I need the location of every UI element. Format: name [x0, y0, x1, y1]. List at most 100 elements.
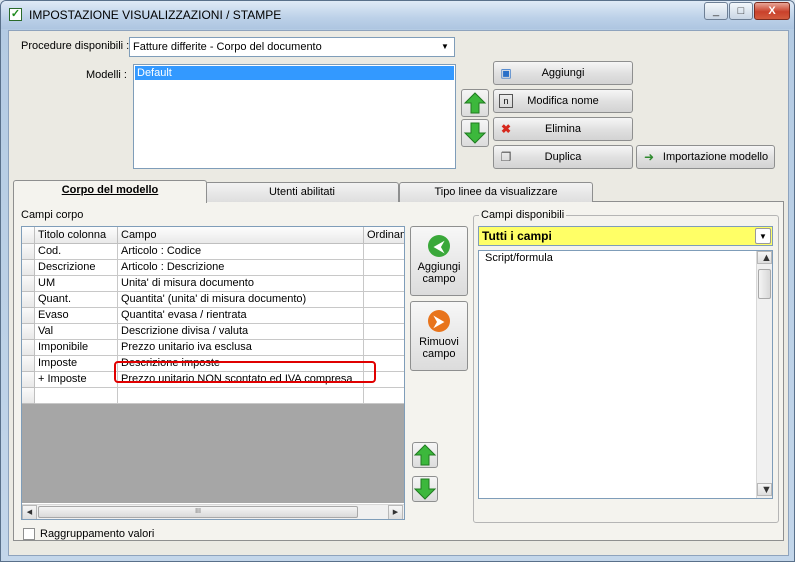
tab-corpo-del-modello[interactable]: Corpo del modello — [13, 180, 207, 203]
move-model-up-button[interactable] — [461, 89, 489, 117]
horizontal-scrollbar[interactable]: ◀ III ▶ — [22, 504, 404, 519]
row-selector[interactable] — [22, 356, 35, 372]
close-button[interactable]: X — [754, 2, 790, 20]
cell-campo[interactable] — [118, 388, 364, 404]
move-field-up-button[interactable] — [412, 442, 438, 468]
modelli-list-item[interactable]: Default — [135, 66, 454, 80]
row-selector[interactable] — [22, 244, 35, 260]
highlight-box — [114, 361, 376, 383]
add-document-icon: ▣ — [500, 66, 512, 80]
tab-tipo-linee[interactable]: Tipo linee da visualizzare — [399, 182, 593, 202]
available-field-item[interactable]: Script/formula — [482, 252, 758, 265]
arrow-down-icon — [463, 122, 487, 144]
cell-campo[interactable]: Prezzo unitario iva esclusa — [118, 340, 364, 356]
scroll-up-button[interactable]: ▲ — [757, 251, 772, 264]
campi-disponibili-list[interactable]: Script/formulaCodice progressivo linea (… — [478, 250, 773, 499]
remove-field-button[interactable]: ⮞ Rimuovi campo — [410, 301, 468, 371]
cell-titolo[interactable]: Cod. — [35, 244, 118, 260]
app-check-icon: ✓ — [9, 8, 22, 21]
scroll-down-button[interactable]: ▼ — [757, 483, 772, 496]
row-selector[interactable] — [22, 340, 35, 356]
arrow-left-icon: ⮜ — [428, 235, 450, 257]
campi-filter-select[interactable]: Tutti i campi ▼ — [478, 226, 773, 246]
modelli-label: Modelli : — [86, 69, 127, 81]
cell-titolo[interactable] — [35, 388, 118, 404]
campi-corpo-label: Campi corpo — [21, 209, 84, 221]
delete-model-button[interactable]: ✖ Elimina — [493, 117, 633, 141]
add-model-label: Aggiungi — [541, 67, 585, 79]
row-selector[interactable] — [22, 260, 35, 276]
cell-ordinam[interactable] — [364, 276, 404, 292]
import-icon: ➜ — [643, 150, 655, 164]
duplicate-model-button[interactable]: ❐ Duplica — [493, 145, 633, 169]
cell-titolo[interactable]: Descrizione — [35, 260, 118, 276]
rename-model-button[interactable]: n Modifica nome — [493, 89, 633, 113]
vertical-scrollbar[interactable]: ▲ ▼ — [756, 251, 772, 498]
minimize-button[interactable]: _ — [704, 2, 728, 20]
rename-model-label: Modifica nome — [527, 95, 599, 107]
cell-ordinam[interactable] — [364, 388, 404, 404]
campi-filter-value: Tutti i campi — [482, 229, 552, 243]
scroll-thumb[interactable] — [758, 269, 771, 299]
cell-titolo[interactable]: Imposte — [35, 356, 118, 372]
scroll-thumb[interactable]: III — [38, 506, 358, 518]
cell-campo[interactable]: Quantita' (unita' di misura documento) — [118, 292, 364, 308]
row-selector[interactable] — [22, 292, 35, 308]
grid-empty-area — [22, 403, 404, 503]
move-field-down-button[interactable] — [412, 476, 438, 502]
scroll-left-button[interactable]: ◀ — [22, 505, 37, 519]
arrow-up-icon — [463, 92, 487, 114]
cell-ordinam[interactable] — [364, 324, 404, 340]
row-selector[interactable] — [22, 388, 35, 404]
cell-campo[interactable]: Articolo : Codice — [118, 244, 364, 260]
cell-ordinam[interactable] — [364, 292, 404, 308]
column-header-ordinam[interactable]: Ordinam — [364, 227, 404, 244]
cell-titolo[interactable]: Imponibile — [35, 340, 118, 356]
remove-field-label: Rimuovi campo — [419, 336, 459, 360]
procedure-label: Procedure disponibili : — [21, 40, 130, 52]
arrow-up-icon — [413, 444, 437, 466]
campi-corpo-grid[interactable]: Titolo colonna Campo Ordinam Cod. Articol… — [21, 226, 405, 520]
modelli-list[interactable]: Default — [133, 64, 456, 169]
import-model-label: Importazione modello — [662, 151, 769, 163]
move-model-down-button[interactable] — [461, 119, 489, 147]
cell-titolo[interactable]: + Imposte — [35, 372, 118, 388]
cell-ordinam[interactable] — [364, 260, 404, 276]
cell-ordinam[interactable] — [364, 308, 404, 324]
cell-titolo[interactable]: Evaso — [35, 308, 118, 324]
grouping-checkbox[interactable] — [23, 528, 35, 540]
row-selector[interactable] — [22, 276, 35, 292]
cell-titolo[interactable]: Val — [35, 324, 118, 340]
cell-titolo[interactable]: UM — [35, 276, 118, 292]
column-header-campo[interactable]: Campo — [118, 227, 364, 244]
arrow-down-icon — [413, 478, 437, 500]
procedure-select[interactable]: Fatture differite - Corpo del documento … — [129, 37, 455, 57]
cell-campo[interactable]: Quantita' evasa / rientrata — [118, 308, 364, 324]
chevron-down-icon[interactable]: ▼ — [437, 39, 453, 55]
cell-ordinam[interactable] — [364, 244, 404, 260]
cell-campo[interactable]: Unita' di misura documento — [118, 276, 364, 292]
add-field-button[interactable]: ⮜ Aggiungi campo — [410, 226, 468, 296]
grouping-label: Raggruppamento valori — [40, 528, 155, 540]
row-selector[interactable] — [22, 308, 35, 324]
add-model-button[interactable]: ▣ Aggiungi — [493, 61, 633, 85]
chevron-down-icon[interactable]: ▼ — [755, 228, 771, 244]
tab-utenti-abilitati[interactable]: Utenti abilitati — [205, 182, 399, 202]
cell-titolo[interactable]: Quant. — [35, 292, 118, 308]
import-model-button[interactable]: ➜ Importazione modello — [636, 145, 775, 169]
row-selector[interactable] — [22, 372, 35, 388]
title-bar[interactable]: ✓ IMPOSTAZIONE VISUALIZZAZIONI / STAMPE … — [1, 1, 794, 29]
rename-icon: n — [499, 94, 513, 108]
cell-campo[interactable]: Articolo : Descrizione — [118, 260, 364, 276]
maximize-button[interactable]: □ — [729, 2, 753, 20]
arrow-right-icon: ⮞ — [428, 310, 450, 332]
cell-campo[interactable]: Descrizione divisa / valuta — [118, 324, 364, 340]
row-selector[interactable] — [22, 324, 35, 340]
window-title: IMPOSTAZIONE VISUALIZZAZIONI / STAMPE — [29, 8, 282, 22]
column-header-titolo[interactable]: Titolo colonna — [35, 227, 118, 244]
cell-ordinam[interactable] — [364, 340, 404, 356]
scroll-right-button[interactable]: ▶ — [388, 505, 403, 519]
delete-x-icon: ✖ — [500, 122, 512, 136]
campi-disponibili-label: Campi disponibili — [479, 209, 567, 221]
app-window: ✓ IMPOSTAZIONE VISUALIZZAZIONI / STAMPE … — [0, 0, 795, 562]
